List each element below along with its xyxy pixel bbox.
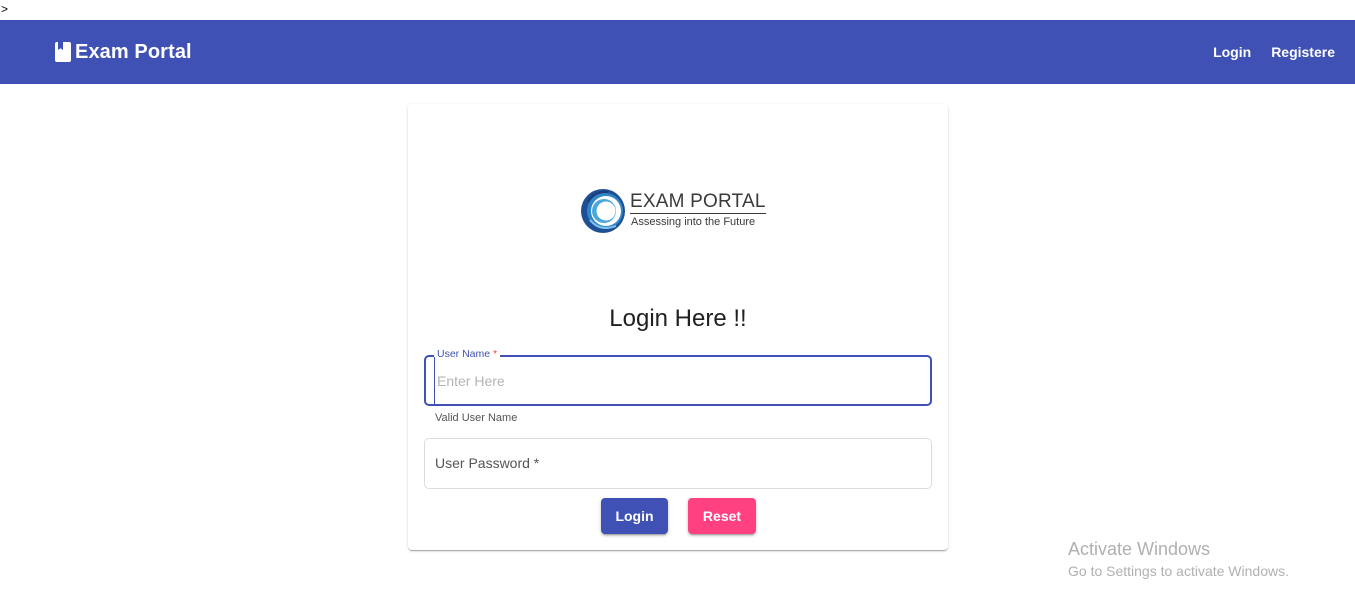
watermark-subtitle: Go to Settings to activate Windows. xyxy=(1068,563,1289,579)
login-heading: Login Here !! xyxy=(609,305,747,332)
password-label: User Password * xyxy=(435,455,540,471)
nav-links: Login Registere xyxy=(1203,20,1345,84)
book-icon xyxy=(55,42,71,62)
activate-windows-watermark: Activate Windows Go to Settings to activ… xyxy=(1068,538,1289,581)
exam-portal-logo: EXAM PORTAL Assessing into the Future xyxy=(580,186,770,236)
stray-text: > xyxy=(1,2,9,16)
login-button[interactable]: Login xyxy=(601,498,668,534)
logo-swirl-icon xyxy=(581,189,625,233)
reset-button[interactable]: Reset xyxy=(688,498,756,534)
username-input[interactable] xyxy=(434,357,917,404)
password-field[interactable]: User Password * xyxy=(424,438,932,489)
logo-tagline: Assessing into the Future xyxy=(631,216,756,228)
username-hint: Valid User Name xyxy=(435,412,518,424)
login-card: EXAM PORTAL Assessing into the Future Lo… xyxy=(408,104,948,550)
watermark-title: Activate Windows xyxy=(1068,539,1211,559)
app-title: Exam Portal xyxy=(75,40,192,63)
username-field: User Name * xyxy=(424,348,932,406)
logo-title: EXAM PORTAL xyxy=(630,191,766,214)
nav-login-link[interactable]: Login xyxy=(1203,44,1261,60)
brand-link[interactable]: Exam Portal xyxy=(55,20,192,84)
top-navbar: Exam Portal Login Registere xyxy=(0,20,1355,84)
nav-register-link[interactable]: Registere xyxy=(1261,44,1345,60)
